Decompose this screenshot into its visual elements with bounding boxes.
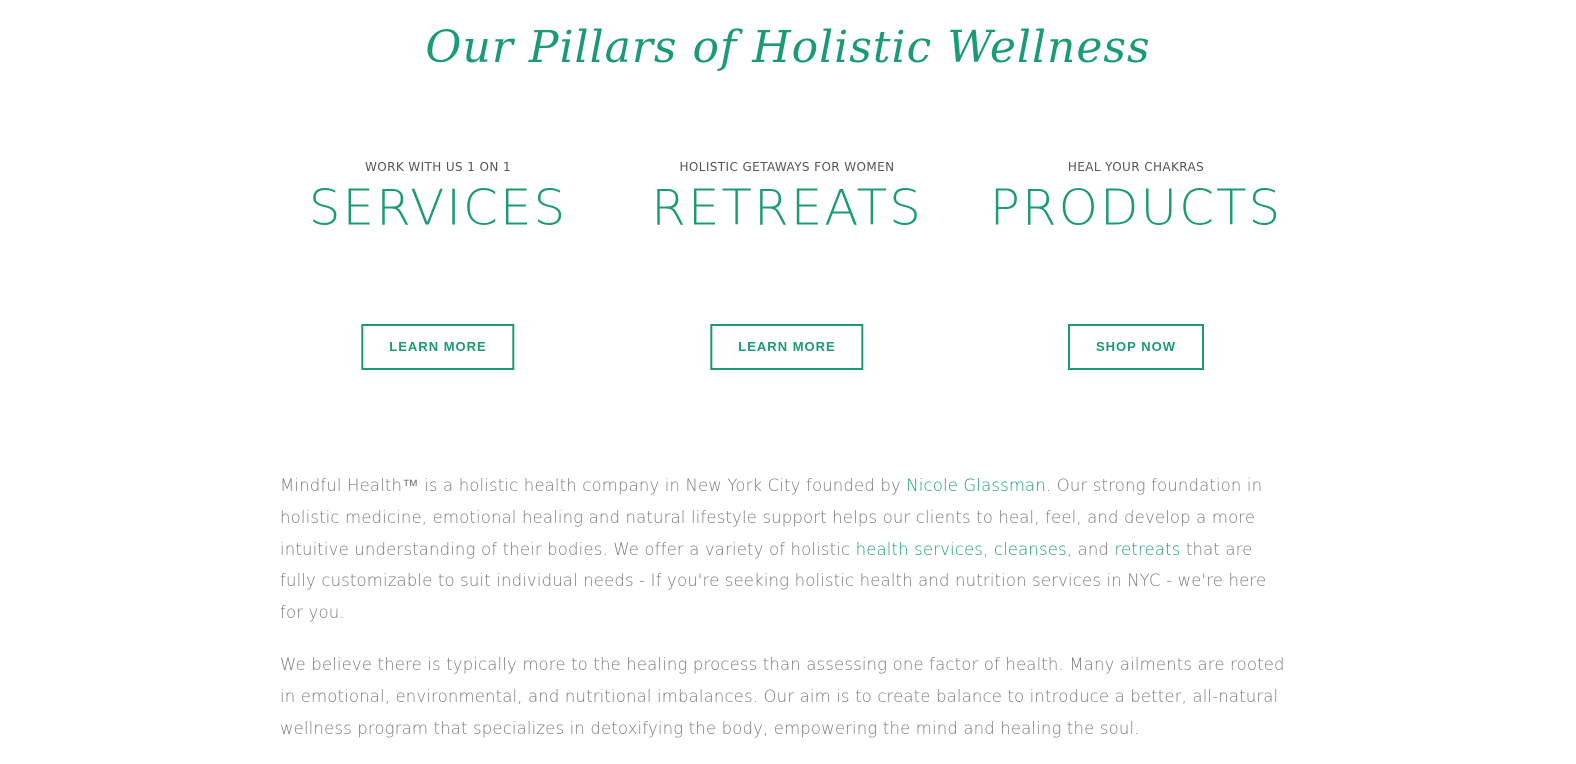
retreats-learn-more-button[interactable]: LEARN MORE [710, 324, 864, 370]
services-learn-more-button[interactable]: LEARN MORE [361, 324, 515, 370]
pillar-products: HEAL YOUR CHAKRAS PRODUCTS SHOP NOW [926, 150, 1346, 370]
about-text: Mindful Health™ is a holistic health com… [280, 476, 907, 495]
about-section: Mindful Health™ is a holistic health com… [280, 470, 1290, 764]
pillar-kicker: HEAL YOUR CHAKRAS [1067, 160, 1205, 174]
about-text: , [983, 539, 994, 559]
pillar-title: PRODUCTS [989, 179, 1283, 237]
about-paragraph-1: Mindful Health™ is a holistic health com… [280, 470, 1290, 629]
products-shop-now-button[interactable]: SHOP NOW [1068, 324, 1204, 370]
founder-link[interactable]: Nicole Glassman [906, 476, 1046, 495]
about-text: , and [1066, 539, 1115, 559]
health-services-link[interactable]: health services [856, 540, 983, 559]
section-heading: Our Pillars of Holistic Wellness [425, 22, 1151, 73]
cleanses-link[interactable]: cleanses [994, 540, 1067, 559]
retreats-link[interactable]: retreats [1114, 540, 1180, 559]
about-paragraph-2: We believe there is typically more to th… [280, 654, 1285, 738]
